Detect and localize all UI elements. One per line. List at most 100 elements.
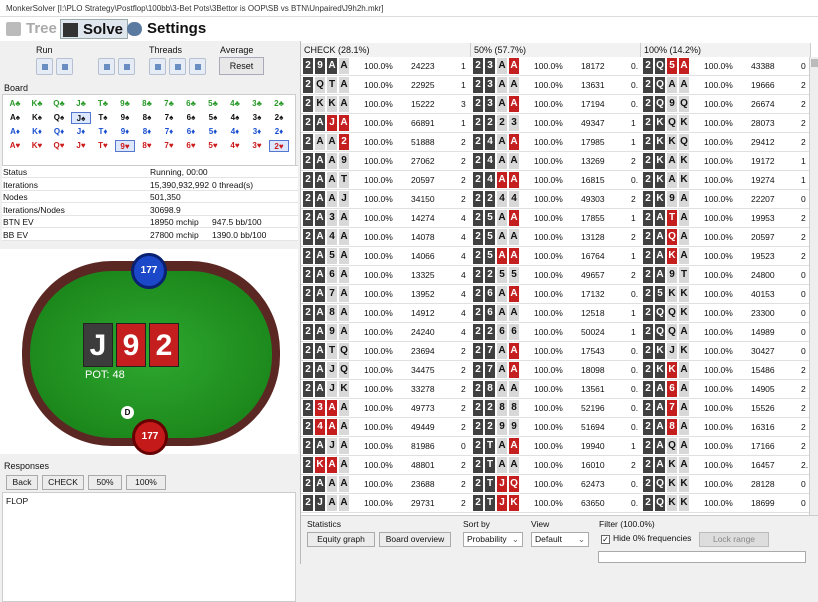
hand-cell[interactable]: 2 A K A 100.0% 19523 2	[641, 247, 811, 266]
hand-cell[interactable]: 2 Q Q K 100.0% 23300 0	[641, 304, 811, 323]
hand-cell[interactable]: 2 A A A 100.0% 23688 2	[301, 475, 471, 494]
board-card-option[interactable]: 2♦	[269, 126, 289, 138]
hand-cell[interactable]: 2 A K A 100.0% 16457 2.	[641, 456, 811, 475]
board-overview-button[interactable]: Board overview	[379, 532, 451, 547]
hand-cell[interactable]: 2 8 A A 100.0% 13561 0.	[471, 380, 641, 399]
board-card-option[interactable]: 8♦	[137, 126, 157, 138]
tab-settings[interactable]: Settings	[125, 19, 206, 39]
vertical-scrollbar[interactable]	[809, 57, 818, 515]
hand-cell[interactable]: 2 3 A A 100.0% 18172 0.	[471, 57, 641, 76]
hand-cell[interactable]: 2 A 5 A 100.0% 14066 4	[301, 247, 471, 266]
hand-cell[interactable]: 2 A A 9 100.0% 27062 2	[301, 152, 471, 171]
board-card-option[interactable]: 8♥	[137, 140, 157, 152]
hand-cell[interactable]: 2 5 A A 100.0% 16764 1	[471, 247, 641, 266]
hand-cell[interactable]: 2 A 8 A 100.0% 16316 2	[641, 418, 811, 437]
hand-cell[interactable]: 2 2 6 6 100.0% 50024 1	[471, 323, 641, 342]
hand-cell[interactable]: 2 A J A 100.0% 66891 1	[301, 114, 471, 133]
hand-cell[interactable]: 2 Q 9 Q 100.0% 26674 2	[641, 95, 811, 114]
hand-cell[interactable]: 2 K K A 100.0% 15222 3	[301, 95, 471, 114]
hand-cell[interactable]: 2 K J K 100.0% 30427 0	[641, 342, 811, 361]
board-card-option[interactable]: 2♣	[269, 98, 289, 110]
hand-cell[interactable]: 2 K K Q 100.0% 29412 2	[641, 133, 811, 152]
board-card-option[interactable]: 5♠	[203, 112, 223, 124]
board-card-option[interactable]: 3♥	[247, 140, 267, 152]
seat-bb-stack[interactable]: 177	[132, 419, 168, 455]
check-button[interactable]: CHECK	[42, 475, 84, 490]
board-card-option[interactable]: Q♦	[49, 126, 69, 138]
hand-cell[interactable]: 2 A 7 A 100.0% 13952 4	[301, 285, 471, 304]
hand-cell[interactable]: 2 A Q A 100.0% 20597 2	[641, 228, 811, 247]
hand-cell[interactable]: 2 2 8 8 100.0% 52196 0.	[471, 399, 641, 418]
hand-cell[interactable]: 2 9 A A 100.0% 24223 1	[301, 57, 471, 76]
board-card-option[interactable]: Q♥	[49, 140, 69, 152]
hide-zero-checkbox[interactable]: ✓	[601, 535, 610, 544]
threads-add-button[interactable]	[149, 58, 166, 75]
hand-cell[interactable]: 2 2 2 3 100.0% 49347 1	[471, 114, 641, 133]
board-card-option[interactable]: J♠	[71, 112, 91, 124]
board-card-option[interactable]: T♥	[93, 140, 113, 152]
hand-cell[interactable]: 2 A 6 A 100.0% 13325 4	[301, 266, 471, 285]
board-card-option[interactable]: J♥	[71, 140, 91, 152]
hand-cell[interactable]: 2 4 A A 100.0% 16815 0.	[471, 171, 641, 190]
board-card-option[interactable]: 6♣	[181, 98, 201, 110]
board-card-option[interactable]: J♦	[71, 126, 91, 138]
hand-cell[interactable]: 2 5 K K 100.0% 40153 0	[641, 285, 811, 304]
view-select[interactable]: Default ⌄	[531, 532, 589, 547]
reset-button[interactable]: Reset	[219, 57, 264, 75]
board-card-option[interactable]: 9♠	[115, 112, 135, 124]
hand-cell[interactable]: 2 A J A 100.0% 81986 0	[301, 437, 471, 456]
tab-solve[interactable]: Solve	[60, 19, 129, 39]
board-card-option[interactable]: A♦	[5, 126, 25, 138]
hand-cell[interactable]: 2 Q K K 100.0% 18699 0	[641, 494, 811, 513]
hand-cell[interactable]: 2 A 8 A 100.0% 14912 4	[301, 304, 471, 323]
hand-cell[interactable]: 2 T J Q 100.0% 62473 0.	[471, 475, 641, 494]
board-card-option[interactable]: 3♣	[247, 98, 267, 110]
hand-cell[interactable]: 2 6 A A 100.0% 12518 1	[471, 304, 641, 323]
scroll-thumb[interactable]	[811, 59, 818, 67]
hand-cell[interactable]: 2 A 6 A 100.0% 14905 2	[641, 380, 811, 399]
hand-cell[interactable]: 2 Q A A 100.0% 19666 2	[641, 76, 811, 95]
board-card-option[interactable]: A♥	[5, 140, 25, 152]
board-card-option[interactable]: 6♦	[181, 126, 201, 138]
threads-remove-button[interactable]	[169, 58, 186, 75]
board-card-option[interactable]: A♣	[5, 98, 25, 110]
hand-cell[interactable]: 2 A A J 100.0% 34150 2	[301, 190, 471, 209]
equity-graph-button[interactable]: Equity graph	[307, 532, 375, 547]
board-card-option[interactable]: T♦	[93, 126, 113, 138]
board-card-option[interactable]: Q♣	[49, 98, 69, 110]
board-card-option[interactable]: 5♦	[203, 126, 223, 138]
board-card-option[interactable]: 5♥	[203, 140, 223, 152]
board-card-option[interactable]: 2♠	[269, 112, 289, 124]
hand-cell[interactable]: 2 6 A A 100.0% 17132 0.	[471, 285, 641, 304]
board-card-option[interactable]: 6♥	[181, 140, 201, 152]
hand-cell[interactable]: 2 5 A A 100.0% 17855 1	[471, 209, 641, 228]
board-card-option[interactable]: K♦	[27, 126, 47, 138]
hand-cell[interactable]: 2 K A K 100.0% 19274 1	[641, 171, 811, 190]
hand-cell[interactable]: 2 A 7 A 100.0% 15526 2	[641, 399, 811, 418]
hand-cell[interactable]: 2 2 5 5 100.0% 49657 2	[471, 266, 641, 285]
tab-tree[interactable]: Tree	[4, 19, 57, 39]
board-card-option[interactable]: T♣	[93, 98, 113, 110]
board-card-option[interactable]: 6♠	[181, 112, 201, 124]
board-card-option[interactable]: 7♣	[159, 98, 179, 110]
column-header-bet100[interactable]: 100% (14.2%)	[641, 43, 811, 57]
board-card-option[interactable]: 7♠	[159, 112, 179, 124]
board-card-option[interactable]: K♠	[27, 112, 47, 124]
hand-cell[interactable]: 2 A 3 A 100.0% 14274 4	[301, 209, 471, 228]
board-card-option[interactable]: 3♦	[247, 126, 267, 138]
hand-cell[interactable]: 2 Q Q A 100.0% 14989 0	[641, 323, 811, 342]
threads-max-button[interactable]	[189, 58, 206, 75]
hand-cell[interactable]: 2 A T A 100.0% 19953 2	[641, 209, 811, 228]
board-card-option[interactable]: 4♠	[225, 112, 245, 124]
hand-cell[interactable]: 2 7 A A 100.0% 18098 0.	[471, 361, 641, 380]
seat-btn-stack[interactable]: 177	[131, 253, 167, 289]
bet-50-button[interactable]: 50%	[88, 475, 122, 490]
hand-cell[interactable]: 2 A J Q 100.0% 34475 2	[301, 361, 471, 380]
run-pause-button[interactable]	[56, 58, 73, 75]
hand-cell[interactable]: 2 Q 5 A 100.0% 43388 0	[641, 57, 811, 76]
board-card-option[interactable]: J♣	[71, 98, 91, 110]
board-card-option[interactable]: 9♦	[115, 126, 135, 138]
save-button[interactable]	[98, 58, 115, 75]
board-card-option[interactable]: 7♦	[159, 126, 179, 138]
board-card-option[interactable]: Q♠	[49, 112, 69, 124]
